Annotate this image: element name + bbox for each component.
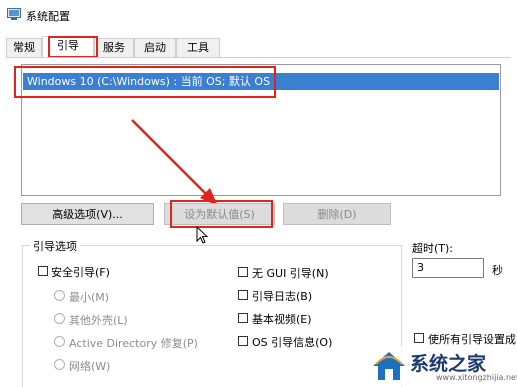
window-title: 系统配置 <box>26 10 70 23</box>
radio-network-label: 网络(W) <box>69 360 111 373</box>
boot-log-checkbox[interactable] <box>238 290 248 300</box>
tab-general[interactable]: 常规 <box>6 38 42 57</box>
watermark-logo-icon <box>373 352 405 380</box>
system-config-icon <box>7 8 21 20</box>
tab-services[interactable]: 服务 <box>94 38 134 57</box>
make-permanent-label: 使所有引导设置成 <box>428 333 516 346</box>
no-gui-boot-label: 无 GUI 引导(N) <box>252 267 329 280</box>
button-highlight-box <box>170 200 273 228</box>
radio-network[interactable] <box>54 359 65 370</box>
tab-highlight-box <box>48 36 98 58</box>
base-video-label: 基本视频(E) <box>252 313 312 326</box>
tab-startup[interactable]: 启动 <box>134 38 176 57</box>
os-boot-info-label: OS 引导信息(O) <box>252 336 333 349</box>
radio-minimal-label: 最小(M) <box>69 291 110 304</box>
radio-ad-repair-label: Active Directory 修复(P) <box>69 337 198 350</box>
timeout-label: 超时(T): <box>412 242 454 255</box>
safe-boot-checkbox[interactable] <box>38 266 48 276</box>
delete-button[interactable]: 删除(D) <box>283 203 391 225</box>
timeout-unit: 秒 <box>492 264 503 277</box>
boot-options-legend: 引导选项 <box>30 238 80 254</box>
base-video-checkbox[interactable] <box>238 313 248 323</box>
watermark-url: www.xitongzhijia.net <box>436 373 517 382</box>
title-bar <box>0 0 517 30</box>
watermark-text: 系统之家 <box>410 353 487 375</box>
entry-highlight-box <box>14 66 276 98</box>
boot-log-label: 引导日志(B) <box>252 290 313 303</box>
radio-alternate-shell[interactable] <box>54 313 65 324</box>
radio-alternate-shell-label: 其他外壳(L) <box>69 314 128 327</box>
tab-tools[interactable]: 工具 <box>176 38 220 57</box>
no-gui-boot-checkbox[interactable] <box>238 267 248 277</box>
radio-ad-repair[interactable] <box>54 336 65 347</box>
radio-minimal[interactable] <box>54 290 65 301</box>
timeout-input[interactable]: 3 <box>412 258 484 278</box>
safe-boot-label: 安全引导(F) <box>51 266 110 279</box>
make-permanent-checkbox[interactable] <box>414 333 424 343</box>
os-boot-info-checkbox[interactable] <box>238 336 248 346</box>
advanced-options-button[interactable]: 高级选项(V)... <box>21 203 154 225</box>
mouse-cursor-icon <box>196 226 209 244</box>
